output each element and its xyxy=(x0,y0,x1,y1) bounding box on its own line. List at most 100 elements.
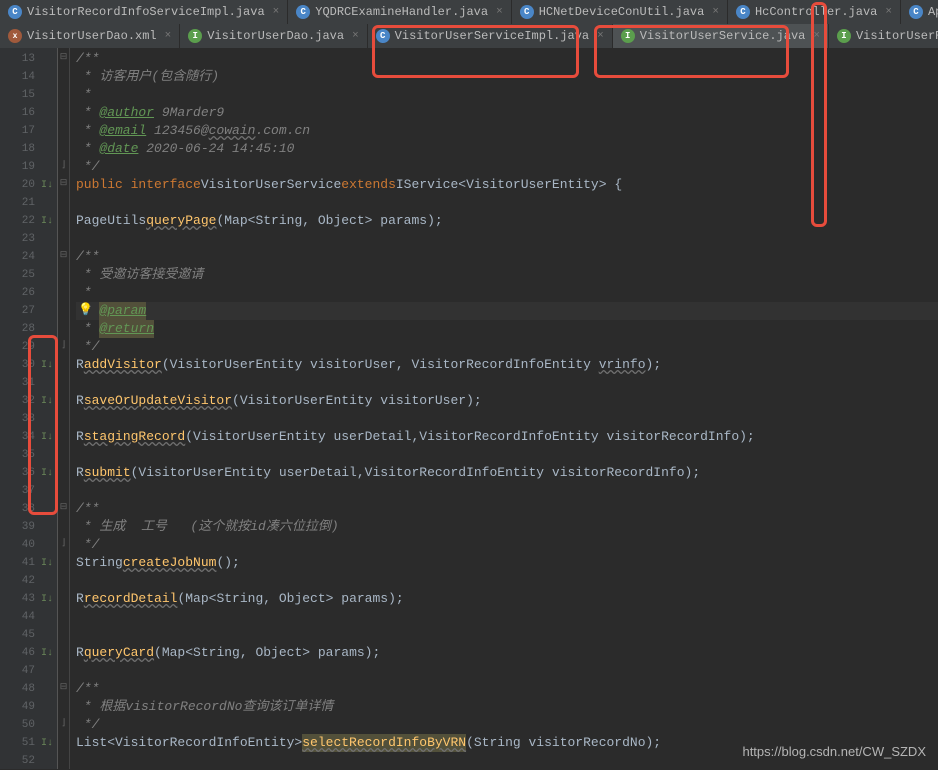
close-icon[interactable]: × xyxy=(712,6,719,18)
code-line[interactable]: */ xyxy=(76,716,938,734)
code-line[interactable]: /** xyxy=(76,500,938,518)
code-line[interactable]: */ xyxy=(76,338,938,356)
line-number[interactable]: 24 xyxy=(0,248,57,266)
code-line[interactable] xyxy=(76,446,938,464)
implements-marker-icon[interactable]: I↓ xyxy=(41,180,53,191)
code-line[interactable] xyxy=(76,374,938,392)
fold-marker[interactable]: ⊟ xyxy=(58,678,69,696)
close-icon[interactable]: × xyxy=(885,6,892,18)
line-number[interactable]: 52 xyxy=(0,752,57,770)
implements-marker-icon[interactable]: I↓ xyxy=(41,468,53,479)
implements-marker-icon[interactable]: I↓ xyxy=(41,738,53,749)
code-line[interactable] xyxy=(76,572,938,590)
implements-marker-icon[interactable]: I↓ xyxy=(41,360,53,371)
code-line[interactable]: * 受邀访客接受邀请 xyxy=(76,266,938,284)
line-number[interactable]: 31 xyxy=(0,374,57,392)
code-line[interactable]: * @param xyxy=(76,302,938,320)
close-icon[interactable]: × xyxy=(496,6,503,18)
top-tab[interactable]: CYQDRCExamineHandler.java× xyxy=(288,0,511,24)
line-number[interactable]: 42 xyxy=(0,572,57,590)
code-line[interactable] xyxy=(76,194,938,212)
code-line[interactable]: R queryCard(Map<String, Object> params); xyxy=(76,644,938,662)
line-number[interactable]: 28 xyxy=(0,320,57,338)
line-number[interactable]: 40 xyxy=(0,536,57,554)
line-number[interactable]: 26 xyxy=(0,284,57,302)
implements-marker-icon[interactable]: I↓ xyxy=(41,648,53,659)
fold-marker[interactable]: ⌋ xyxy=(58,714,69,732)
code-line[interactable]: * @return xyxy=(76,320,938,338)
top-tab[interactable]: CHCNetDeviceConUtil.java× xyxy=(512,0,728,24)
implements-marker-icon[interactable]: I↓ xyxy=(41,594,53,605)
code-line[interactable]: R saveOrUpdateVisitor(VisitorUserEntity … xyxy=(76,392,938,410)
close-icon[interactable]: × xyxy=(273,6,280,18)
bottom-tab[interactable]: IVisitorUserDao.java× xyxy=(180,24,367,48)
line-number[interactable]: 18 xyxy=(0,140,57,158)
close-icon[interactable]: × xyxy=(165,30,172,42)
code-line[interactable]: String createJobNum(); xyxy=(76,554,938,572)
line-number[interactable]: 27 xyxy=(0,302,57,320)
fold-marker[interactable]: ⊟ xyxy=(58,246,69,264)
code-line[interactable] xyxy=(76,410,938,428)
bottom-tab[interactable]: CVisitorUserServiceImpl.java× xyxy=(368,24,613,48)
code-line[interactable]: /** xyxy=(76,680,938,698)
top-tab[interactable]: CApplyMea× xyxy=(901,0,938,24)
implements-marker-icon[interactable]: I↓ xyxy=(41,216,53,227)
line-number[interactable]: 34I↓ xyxy=(0,428,57,446)
code-line[interactable] xyxy=(76,608,938,626)
close-icon[interactable]: × xyxy=(813,30,820,42)
top-tab[interactable]: CHcController.java× xyxy=(728,0,901,24)
line-number[interactable]: 36I↓ xyxy=(0,464,57,482)
code-line[interactable]: * @email 123456@cowain.com.cn xyxy=(76,122,938,140)
line-number[interactable]: 21 xyxy=(0,194,57,212)
line-number[interactable]: 29 xyxy=(0,338,57,356)
implements-marker-icon[interactable]: I↓ xyxy=(41,558,53,569)
top-tab[interactable]: CVisitorRecordInfoServiceImpl.java× xyxy=(0,0,288,24)
bottom-tab[interactable]: IVisitorUserService.java× xyxy=(613,24,829,48)
line-number[interactable]: 32I↓ xyxy=(0,392,57,410)
line-number[interactable]: 19 xyxy=(0,158,57,176)
line-number[interactable]: 51I↓ xyxy=(0,734,57,752)
line-number[interactable]: 33 xyxy=(0,410,57,428)
line-number[interactable]: 41I↓ xyxy=(0,554,57,572)
code-line[interactable]: */ xyxy=(76,158,938,176)
line-number[interactable]: 23 xyxy=(0,230,57,248)
line-number[interactable]: 48 xyxy=(0,680,57,698)
code-line[interactable]: * xyxy=(76,284,938,302)
line-number[interactable]: 15 xyxy=(0,86,57,104)
line-number[interactable]: 46I↓ xyxy=(0,644,57,662)
code-line[interactable]: * xyxy=(76,86,938,104)
line-number[interactable]: 22I↓ xyxy=(0,212,57,230)
line-number[interactable]: 50 xyxy=(0,716,57,734)
fold-marker[interactable]: ⊟ xyxy=(58,48,69,66)
code-line[interactable]: /** xyxy=(76,50,938,68)
line-number[interactable]: 20I↓ xyxy=(0,176,57,194)
fold-marker[interactable]: ⌋ xyxy=(58,336,69,354)
bottom-tab[interactable]: IVisitorUserRandom× xyxy=(829,24,938,48)
code-line[interactable]: R submit(VisitorUserEntity userDetail,Vi… xyxy=(76,464,938,482)
code-line[interactable] xyxy=(76,482,938,500)
line-number[interactable]: 37 xyxy=(0,482,57,500)
line-number[interactable]: 13 xyxy=(0,50,57,68)
code-line[interactable]: R recordDetail(Map<String, Object> param… xyxy=(76,590,938,608)
code-line[interactable]: * 根据visitorRecordNo查询该订单详情 xyxy=(76,698,938,716)
line-number[interactable]: 43I↓ xyxy=(0,590,57,608)
code-area[interactable]: /** * 访客用户(包含随行) * * @author 9Marder9 * … xyxy=(70,48,938,769)
code-line[interactable] xyxy=(76,230,938,248)
code-line[interactable]: /** xyxy=(76,248,938,266)
code-line[interactable]: * 生成 工号 (这个就按id凑六位拉倒) xyxy=(76,518,938,536)
line-number[interactable]: 35 xyxy=(0,446,57,464)
code-line[interactable]: * @author 9Marder9 xyxy=(76,104,938,122)
code-line[interactable]: R addVisitor(VisitorUserEntity visitorUs… xyxy=(76,356,938,374)
fold-marker[interactable]: ⊟ xyxy=(58,498,69,516)
line-number[interactable]: 30I↓ xyxy=(0,356,57,374)
line-number[interactable]: 49 xyxy=(0,698,57,716)
line-number[interactable]: 14 xyxy=(0,68,57,86)
line-number[interactable]: 44 xyxy=(0,608,57,626)
code-line[interactable]: PageUtils queryPage(Map<String, Object> … xyxy=(76,212,938,230)
intention-bulb-icon[interactable]: 💡 xyxy=(78,302,93,317)
fold-marker[interactable]: ⌋ xyxy=(58,156,69,174)
implements-marker-icon[interactable]: I↓ xyxy=(41,432,53,443)
fold-marker[interactable]: ⌋ xyxy=(58,534,69,552)
line-number[interactable]: 38 xyxy=(0,500,57,518)
fold-marker[interactable]: ⊟ xyxy=(58,174,69,192)
